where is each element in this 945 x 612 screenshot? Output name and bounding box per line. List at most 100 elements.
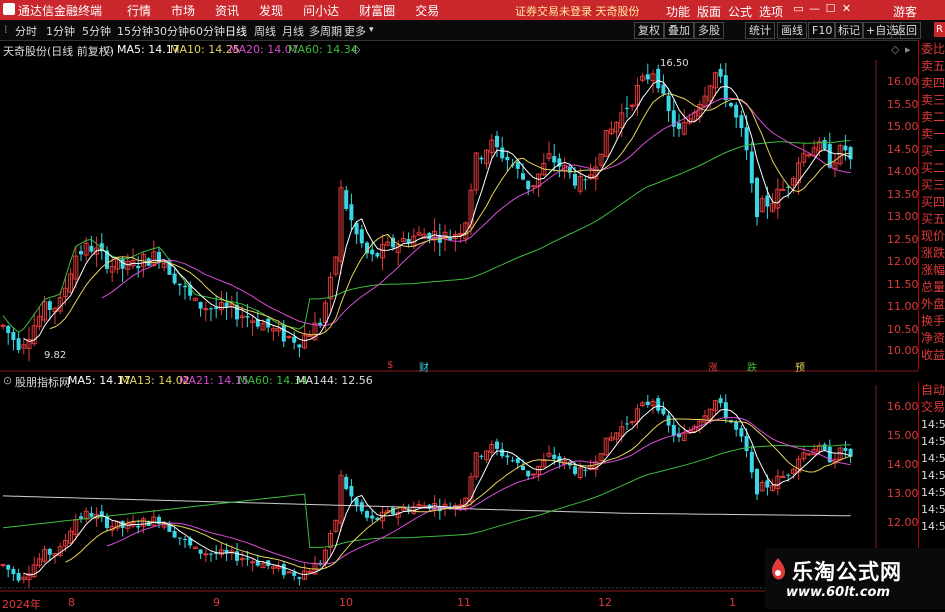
side-auto[interactable]: 自动 [919,382,945,399]
tab-monthly[interactable]: 月线 [282,23,304,39]
tab-1min[interactable]: 1分钟 [46,23,75,39]
x-axis-label: 1 [729,596,736,609]
minimize-icon[interactable]: — [808,2,821,16]
price-label: 15.50 [887,98,919,111]
side-item[interactable]: 买三 [919,177,945,194]
close-icon[interactable]: ✕ [840,2,853,16]
side-item[interactable]: 外盘 [919,296,945,313]
side-item[interactable]: 卖一 [919,126,945,143]
window-menu-icon[interactable]: ▭ [792,2,805,16]
tab-multi-period[interactable]: 多周期 [309,23,342,39]
overlay-button[interactable]: 叠加 [664,22,694,39]
main-candle-down [718,68,723,77]
side-item[interactable]: 收益 [919,347,945,364]
tab-intraday[interactable]: 分时 [15,23,37,39]
side-item[interactable]: 卖四 [919,75,945,92]
multi-stock-button[interactable]: 多股 [694,22,724,39]
f10-button[interactable]: F10 [808,22,837,39]
tab-daily[interactable]: 日线 [225,23,247,39]
more-dropdown-icon[interactable]: ▾ [369,25,374,35]
main-candle-up [530,185,536,188]
menu-options[interactable]: 选项 [759,3,783,20]
sub-candle-up [286,571,292,574]
side-item[interactable]: 现价 [919,228,945,245]
sub-candle-down [625,423,629,425]
menu-market[interactable]: 市场 [171,2,195,19]
menu-formula[interactable]: 公式 [728,3,752,20]
drawing-button[interactable]: 画线 [777,22,807,39]
finance-marker[interactable]: 财 [419,359,429,374]
main-candle-down [349,204,354,221]
r-badge[interactable]: R [934,22,945,37]
side-item[interactable]: 卖二 [919,109,945,126]
guest-label[interactable]: 游客 [893,3,917,20]
side-item[interactable]: 买一 [919,143,945,160]
side-item[interactable]: 换手 [919,313,945,330]
main-candle-down [89,245,94,252]
tab-30min[interactable]: 30分钟 [153,23,189,39]
menu-layout[interactable]: 版面 [697,3,721,20]
tab-more[interactable]: 更多 [344,23,366,39]
stock-name[interactable]: 天奇股份(日线 前复权) [3,43,114,59]
back-button[interactable]: 返回 [891,22,921,39]
menu-discover[interactable]: 发现 [259,2,283,19]
side-item[interactable]: 买五 [919,211,945,228]
main-candle-down [739,115,744,129]
menu-wealth[interactable]: 财富圈 [359,2,395,19]
restore-rights-button[interactable]: 复权 [634,22,664,39]
legend-ma60: MA60: 14.34 [288,43,358,56]
ma20-line [101,97,851,326]
main-candle-down [755,177,759,218]
price-label: 10.00 [887,344,919,357]
collapse-icon[interactable]: ▸ [905,43,911,56]
expand-icon[interactable]: ◇ [891,43,899,56]
x-axis-label: 8 [68,596,75,609]
tab-15min[interactable]: 15分钟 [117,23,153,39]
side-item[interactable]: 卖三 [919,92,945,109]
menu-ask[interactable]: 问小达 [303,2,339,19]
tab-60min[interactable]: 60分钟 [189,23,225,39]
sub-candle-down [645,401,650,405]
side-item[interactable]: 委比 [919,40,945,58]
chart-area[interactable]: 天奇股份(日线 前复权) ⊙ MA5: 14.17 MA10: 14.25 MA… [0,40,919,611]
dividend-marker[interactable]: $ [387,360,393,371]
sub-legend-toggle-icon[interactable]: ⊙ [3,374,12,387]
side-item[interactable]: 净资 [919,330,945,347]
maximize-icon[interactable]: ☐ [824,2,837,16]
sub-candle-down [521,465,525,470]
main-candle-down [645,74,650,80]
mark-button[interactable]: 标记 [834,22,864,39]
limit-up-marker[interactable]: 涨 [708,359,718,374]
tab-weekly[interactable]: 周线 [254,23,276,39]
main-candle-down [749,151,754,184]
ma10-line [49,92,851,336]
forecast-marker[interactable]: 预 [795,359,805,374]
statistics-button[interactable]: 统计 [745,22,775,39]
main-candle-down [526,180,531,190]
side-trade[interactable]: 交易 [919,399,945,416]
price-chart-svg[interactable] [0,40,918,609]
sub-candle-down [344,476,349,490]
main-candle-down [11,332,16,341]
side-item[interactable]: 买四 [919,194,945,211]
sub-candle-down [734,421,739,430]
side-item[interactable]: 总量 [919,279,945,296]
side-item[interactable]: 涨跌 [919,245,945,262]
menu-function[interactable]: 功能 [666,3,690,20]
menu-news[interactable]: 资讯 [215,2,239,19]
legend-toggle-icon[interactable]: ⊙ [104,43,113,56]
sub-candle-down [755,468,759,495]
menu-trade[interactable]: 交易 [415,2,439,19]
side-item[interactable]: 卖五 [919,58,945,75]
limit-down-marker[interactable]: 跌 [747,359,757,374]
tab-5min[interactable]: 5分钟 [82,23,111,39]
menu-quotes[interactable]: 行情 [127,2,151,19]
sub-candle-up [307,570,313,573]
sub-candle-down [89,513,94,517]
sub-candle-down [11,569,16,575]
side-item[interactable]: 涨幅 [919,262,945,279]
legend-dropdown-icon[interactable]: ◇ [352,43,360,56]
side-item[interactable]: 买二 [919,160,945,177]
login-notice[interactable]: 证券交易未登录 天奇股份 [515,3,640,19]
indicator-name[interactable]: 股朋指标网 [15,374,70,390]
